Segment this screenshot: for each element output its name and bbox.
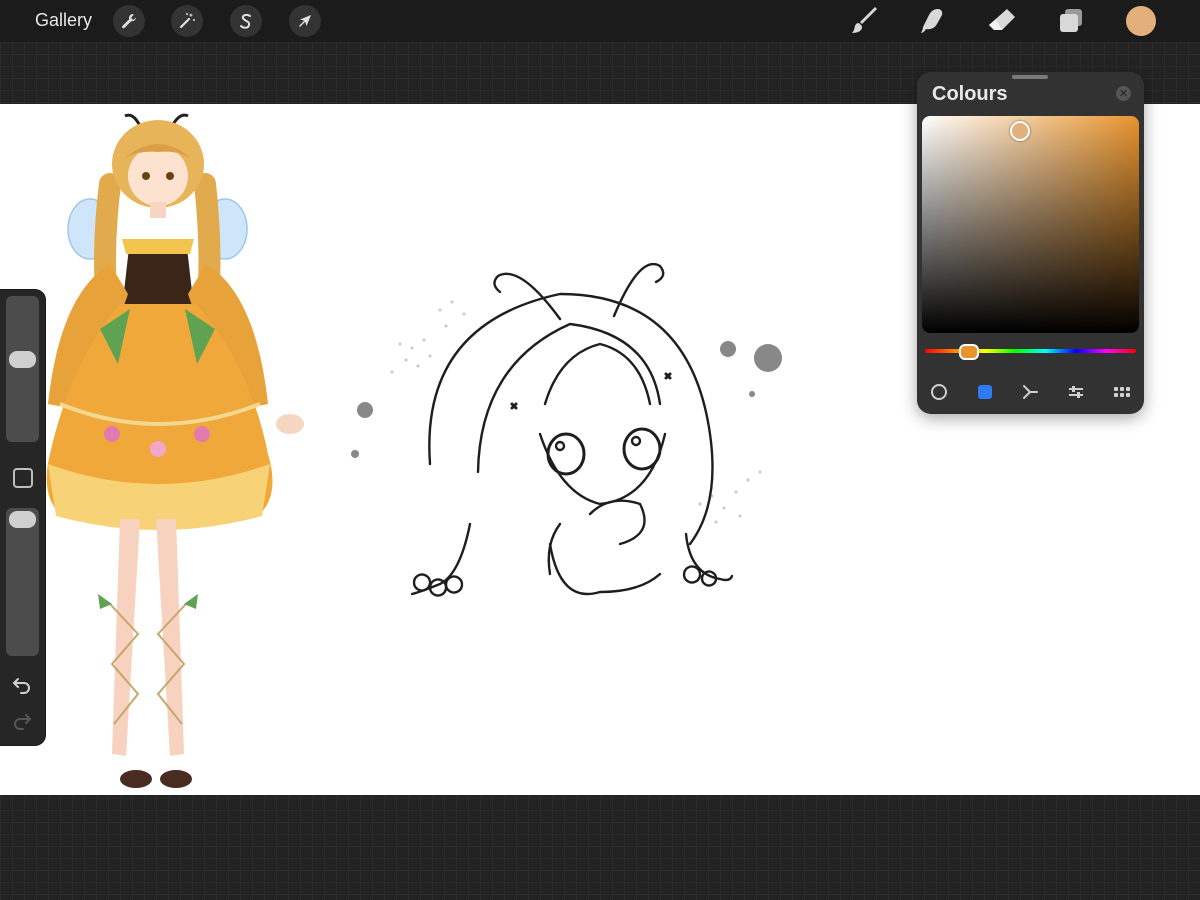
adjustments-wand-button[interactable]	[171, 5, 203, 37]
brush-icon	[852, 7, 877, 33]
classic-square-icon	[978, 385, 992, 399]
undo-icon	[13, 678, 30, 694]
close-icon: ✕	[1118, 88, 1129, 100]
opacity-handle[interactable]	[9, 511, 36, 528]
selection-s-icon	[240, 13, 251, 29]
actions-wrench-button[interactable]	[113, 5, 145, 37]
eraser-icon	[989, 9, 1015, 30]
tab-harmony[interactable]	[1018, 380, 1042, 404]
eraser-tool[interactable]	[986, 5, 1018, 37]
close-panel-button[interactable]: ✕	[1116, 86, 1131, 101]
top-toolbar: Gallery	[0, 0, 1200, 42]
redo-button[interactable]	[11, 710, 33, 732]
opacity-slider[interactable]	[6, 508, 39, 656]
arrow-cursor-icon	[299, 15, 311, 27]
tab-classic[interactable]	[973, 380, 997, 404]
layers-button[interactable]	[1055, 5, 1087, 37]
colours-panel: Colours ✕	[917, 72, 1144, 414]
hue-slider-knob[interactable]	[959, 344, 980, 360]
current-color-swatch[interactable]	[1126, 6, 1156, 36]
sliders-icon	[1069, 386, 1083, 398]
selection-button[interactable]	[230, 5, 262, 37]
undo-button[interactable]	[11, 674, 33, 696]
reference-character-illustration	[46, 113, 304, 788]
color-picker-knob[interactable]	[1009, 121, 1030, 142]
wrench-icon	[122, 14, 136, 29]
harmony-icon	[1023, 385, 1038, 399]
left-sidebar	[0, 290, 45, 745]
smudge-finger-icon	[921, 9, 943, 33]
gallery-button[interactable]: Gallery	[35, 10, 92, 31]
transform-button[interactable]	[289, 5, 321, 37]
colours-panel-title: Colours	[932, 83, 1008, 105]
tab-palettes[interactable]	[1110, 380, 1134, 404]
saturation-brightness-picker[interactable]	[922, 116, 1139, 333]
disc-icon	[931, 384, 947, 400]
layers-icon	[1060, 9, 1082, 32]
chibi-sketch-illustration	[351, 262, 782, 597]
brush-size-slider[interactable]	[6, 296, 39, 442]
hue-slider[interactable]	[925, 344, 1136, 360]
magic-wand-icon	[179, 13, 195, 29]
brush-tool[interactable]	[849, 5, 881, 37]
tab-value[interactable]	[1064, 380, 1088, 404]
panel-drag-handle[interactable]	[1012, 75, 1048, 79]
smudge-tool[interactable]	[917, 5, 949, 37]
colour-mode-tabs	[917, 378, 1144, 406]
modify-button[interactable]	[13, 468, 33, 488]
palette-grid-icon	[1114, 387, 1130, 397]
brush-size-handle[interactable]	[9, 351, 36, 368]
tab-disc[interactable]	[927, 380, 951, 404]
redo-icon	[14, 714, 31, 730]
